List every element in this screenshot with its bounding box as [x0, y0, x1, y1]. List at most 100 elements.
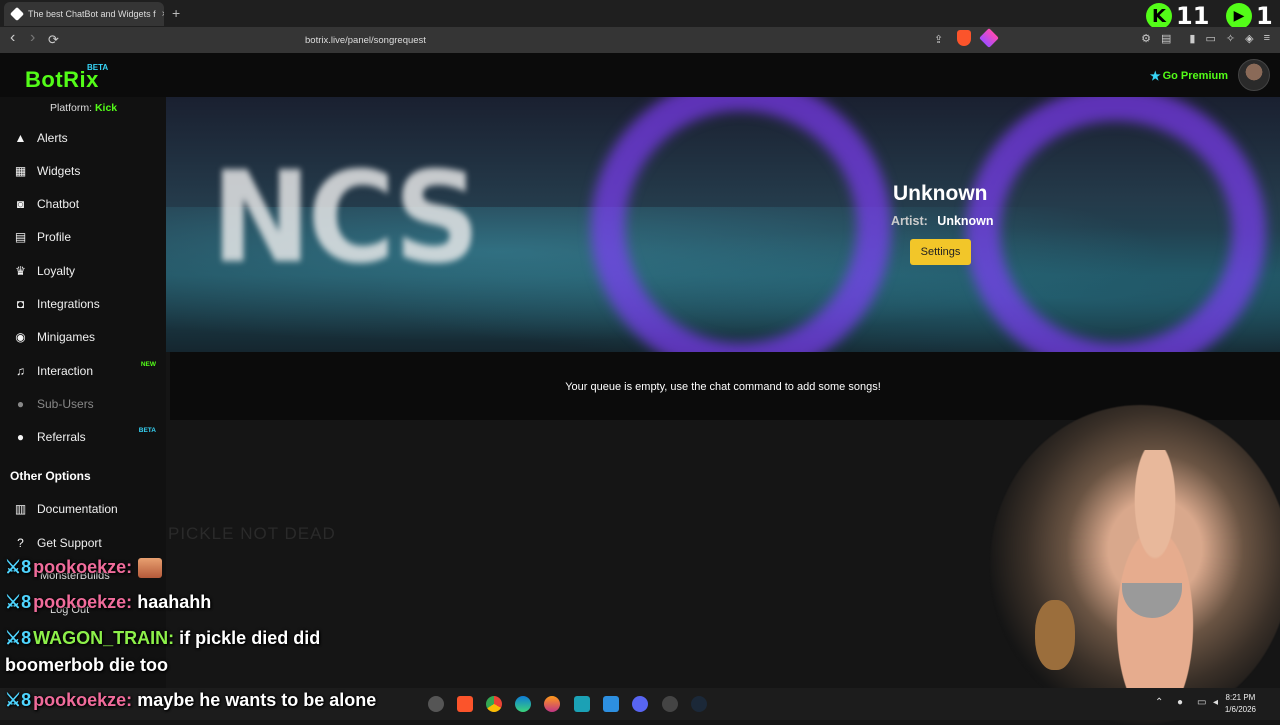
toolbar-icons: ⚙ ▤ ▮ ▭ ✧ ◈ ≡ [1141, 32, 1270, 45]
chat-badges-icon: ⚔8 [5, 628, 32, 648]
sidebar-item-minigames[interactable]: ◉ Minigames [0, 321, 166, 353]
vscode-taskbar-icon[interactable] [603, 696, 619, 712]
platform-indicator: Platform: Kick [50, 102, 117, 114]
taskbar-app-icon[interactable] [428, 696, 444, 712]
sidebar-item-loyalty[interactable]: ♛ Loyalty [0, 255, 166, 287]
artist-label: Artist: [891, 214, 928, 228]
volume-icon[interactable]: ◂ [1213, 697, 1218, 708]
chat-message-continued: boomerbob die too [5, 655, 168, 676]
back-button[interactable]: ‹ [10, 29, 15, 47]
chat-message: ⚔8 pookoekze: [5, 557, 163, 579]
sidebar-item-profile[interactable]: ▤ Profile [0, 221, 166, 253]
browser-tab[interactable]: The best ChatBot and Widgets f × [4, 2, 164, 26]
sidebar-item-label: Alerts [37, 131, 68, 145]
sidebar-item-label: Documentation [37, 502, 118, 516]
sidebar-item-label: Minigames [37, 330, 96, 344]
edge-taskbar-icon[interactable] [515, 696, 531, 712]
sidebar-item-sub-users[interactable]: ● Sub-Users [0, 388, 166, 420]
url-text: botrix.live/panel/songrequest [305, 34, 426, 46]
sidebar-item-label: Referrals [37, 430, 86, 444]
app-taskbar-icon[interactable] [574, 696, 590, 712]
browser-toolbar: ‹ › ⟳ ⎕ botrix.live/panel/songrequest ⇪ … [0, 27, 1280, 53]
app-taskbar-icon[interactable] [662, 696, 678, 712]
chat-message: ⚔8 pookoekze: haahahh [5, 592, 211, 613]
play-count: 1 [1256, 2, 1273, 30]
beta-badge: BETA [138, 427, 156, 434]
discord-taskbar-icon[interactable] [632, 696, 648, 712]
tab-title: The best ChatBot and Widgets f [28, 9, 156, 19]
url-bar[interactable]: botrix.live/panel/songrequest [255, 30, 1000, 50]
chat-message: ⚔8 WAGON_TRAIN: if pickle died did [5, 628, 320, 649]
kick-counter: K 11 [1146, 2, 1209, 30]
share-icon[interactable]: ⇪ [934, 33, 943, 46]
referrals-icon: ● [16, 430, 25, 444]
sidebar-item-chatbot[interactable]: ◙ Chatbot [0, 188, 166, 220]
sidebar-item-documentation[interactable]: ▥ Documentation [0, 493, 166, 525]
chat-username: WAGON_TRAIN: [33, 628, 175, 648]
tray-chevron-icon[interactable]: ⌃ [1155, 697, 1163, 708]
taskbar-clock[interactable]: 8:21 PM 1/6/2026 [1225, 692, 1256, 716]
settings-button[interactable]: Settings [910, 239, 971, 265]
sidebar-item-label: Chatbot [37, 197, 80, 211]
brave-taskbar-icon[interactable] [457, 696, 473, 712]
track-title: Unknown [893, 182, 988, 205]
kick-logo-icon: K [1146, 3, 1172, 29]
steam-taskbar-icon[interactable] [691, 696, 707, 712]
purple-ring-decoration [591, 97, 891, 352]
chat-emote-icon [138, 558, 163, 579]
robot-icon: ◙ [16, 197, 25, 211]
chat-text: haahahh [137, 592, 212, 612]
star-icon: ★ [1149, 69, 1161, 83]
avatar[interactable] [1238, 59, 1270, 91]
sidebar-item-label: Widgets [37, 164, 81, 178]
wallet-icon[interactable]: ▭ [1205, 32, 1215, 45]
microphone-icon[interactable]: ● [1177, 697, 1183, 708]
forward-button[interactable]: › [30, 29, 35, 47]
album-cover-text: NCS [211, 145, 480, 292]
platform-label: Platform: [50, 102, 93, 114]
menu-icon[interactable]: ≡ [1264, 32, 1270, 45]
reader-icon[interactable]: ▤ [1161, 32, 1171, 45]
brand-beta-badge: BETA [87, 63, 109, 72]
sidebar-item-label: Profile [37, 230, 72, 244]
sidebar-item-get-support[interactable]: ? Get Support [0, 527, 166, 559]
chat-badges-icon: ⚔8 [5, 690, 32, 710]
clock-date: 1/6/2026 [1224, 705, 1256, 714]
sidebar-item-integrations[interactable]: ◘ Integrations [0, 288, 166, 320]
new-tab-button[interactable]: + [172, 5, 180, 21]
chat-username: pookoekze: [33, 690, 133, 710]
guitar-image [1035, 600, 1075, 670]
sidebar-toggle-icon[interactable]: ▮ [1189, 32, 1195, 45]
platform-value: Kick [94, 102, 118, 114]
reload-button[interactable]: ⟳ [48, 32, 59, 48]
gamepad-icon: ◉ [15, 330, 26, 344]
id-card-icon: ▤ [14, 230, 27, 244]
scroll-icon: ▥ [14, 502, 27, 516]
close-tab-icon[interactable]: × [162, 9, 164, 20]
botrix-favicon-icon [9, 6, 25, 22]
chat-username: pookoekze: [33, 592, 133, 612]
chrome-taskbar-icon[interactable] [486, 696, 502, 712]
firefox-taskbar-icon[interactable] [544, 696, 560, 712]
extensions-icon[interactable]: ⚙ [1141, 32, 1151, 45]
play-icon: ▶ [1226, 3, 1252, 29]
browser-tabbar: The best ChatBot and Widgets f × + [0, 0, 1280, 27]
vpn-icon[interactable]: ◈ [1245, 32, 1253, 45]
sidebar-item-widgets[interactable]: ▦ Widgets [0, 155, 166, 187]
chat-username: pookoekze: [33, 557, 133, 577]
sidebar-item-referrals[interactable]: ● Referrals BETA [0, 421, 166, 453]
music-icon: ♫ [16, 364, 25, 378]
users-icon: ● [16, 397, 25, 411]
network-icon[interactable]: ▭ [1197, 697, 1206, 708]
sidebar-item-alerts[interactable]: ▲ Alerts [0, 122, 166, 154]
play-counter: ▶ 1 [1226, 2, 1273, 30]
go-premium-button[interactable]: ★ Go Premium [1150, 69, 1228, 83]
now-playing-banner: NCS Unknown Artist: Unknown Settings [166, 97, 1280, 352]
chat-message: ⚔8 pookoekze: maybe he wants to be alone [5, 690, 376, 711]
sidebar-item-interaction[interactable]: ♫ Interaction NEW [0, 355, 166, 387]
question-icon: ? [17, 536, 24, 550]
leo-icon[interactable]: ✧ [1226, 32, 1235, 45]
new-badge: NEW [140, 361, 156, 368]
brave-shield-icon[interactable] [957, 30, 971, 46]
sidebar-item-label: Get Support [37, 536, 102, 550]
